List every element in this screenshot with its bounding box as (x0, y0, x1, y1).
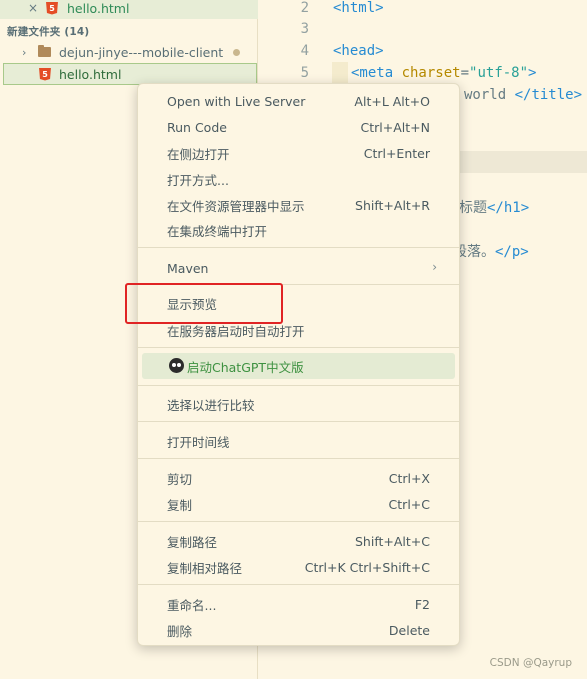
menu-item-copy[interactable]: 复制 Ctrl+C (142, 492, 455, 516)
code-fragment: world </title> (464, 87, 583, 103)
line-number: 4 (300, 43, 309, 59)
code-line: <meta charset="utf-8"> (351, 65, 537, 81)
context-menu: Open with Live Server Alt+L Alt+O Run Cod… (137, 83, 460, 646)
menu-item-delete[interactable]: 删除 Delete (142, 618, 455, 642)
chevron-right-icon: › (432, 260, 437, 274)
code-line: <html> (333, 0, 384, 16)
code-fragment: 段落。</p> (453, 244, 529, 260)
menu-item-chatgpt[interactable]: 启动ChatGPT中文版 (142, 353, 455, 379)
menu-item-copy-path[interactable]: 复制路径 Shift+Alt+C (142, 529, 455, 553)
file-item-selected[interactable]: 5 hello.html (3, 63, 257, 85)
indent-guide (332, 62, 348, 84)
menu-item-open-with[interactable]: 打开方式... (142, 167, 455, 191)
menu-item-open-in-terminal[interactable]: 在集成终端中打开 (142, 218, 455, 242)
menu-item-run-code[interactable]: Run Code Ctrl+Alt+N (142, 115, 455, 139)
menu-item-rename[interactable]: 重命名... F2 (142, 592, 455, 616)
menu-separator (138, 421, 459, 422)
folder-section-header[interactable]: 新建文件夹 (14) (0, 20, 258, 42)
menu-item-copy-relative-path[interactable]: 复制相对路径 Ctrl+K Ctrl+Shift+C (142, 555, 455, 579)
menu-separator (138, 584, 459, 585)
line-number: 3 (300, 21, 309, 37)
menu-separator (138, 385, 459, 386)
open-editor-filename: hello.html (67, 0, 130, 16)
html5-file-icon: 5 (46, 1, 58, 15)
open-editor-item[interactable]: × 5 hello.html (0, 0, 258, 19)
robot-icon (169, 358, 184, 373)
menu-item-open-timeline[interactable]: 打开时间线 (142, 429, 455, 453)
watermark: CSDN @Qayrup (489, 657, 572, 669)
menu-separator (138, 458, 459, 459)
menu-separator (138, 347, 459, 348)
code-line: <head> (333, 43, 384, 59)
file-name: hello.html (59, 66, 122, 82)
code-fragment: 标题</h1> (459, 200, 530, 216)
menu-item-cut[interactable]: 剪切 Ctrl+X (142, 466, 455, 490)
menu-separator (138, 521, 459, 522)
menu-item-open-live-server[interactable]: Open with Live Server Alt+L Alt+O (142, 89, 455, 113)
menu-item-reveal-in-explorer[interactable]: 在文件资源管理器中显示 Shift+Alt+R (142, 193, 455, 217)
menu-item-open-to-side[interactable]: 在侧边打开 Ctrl+Enter (142, 141, 455, 165)
html5-file-icon: 5 (39, 67, 51, 81)
line-number: 5 (300, 65, 309, 81)
line-number: 2 (300, 0, 309, 16)
folder-item[interactable]: › dejun-jinye---mobile-client (0, 41, 258, 63)
menu-separator (138, 247, 459, 248)
annotation-highlight-box (125, 283, 283, 324)
menu-item-maven[interactable]: Maven › (142, 256, 455, 280)
folder-name: dejun-jinye---mobile-client (59, 44, 224, 60)
modified-dot-icon (233, 49, 240, 56)
folder-icon (38, 45, 51, 57)
chevron-right-icon: › (22, 45, 27, 59)
menu-item-select-for-compare[interactable]: 选择以进行比较 (142, 392, 455, 416)
close-icon[interactable]: × (28, 1, 38, 15)
